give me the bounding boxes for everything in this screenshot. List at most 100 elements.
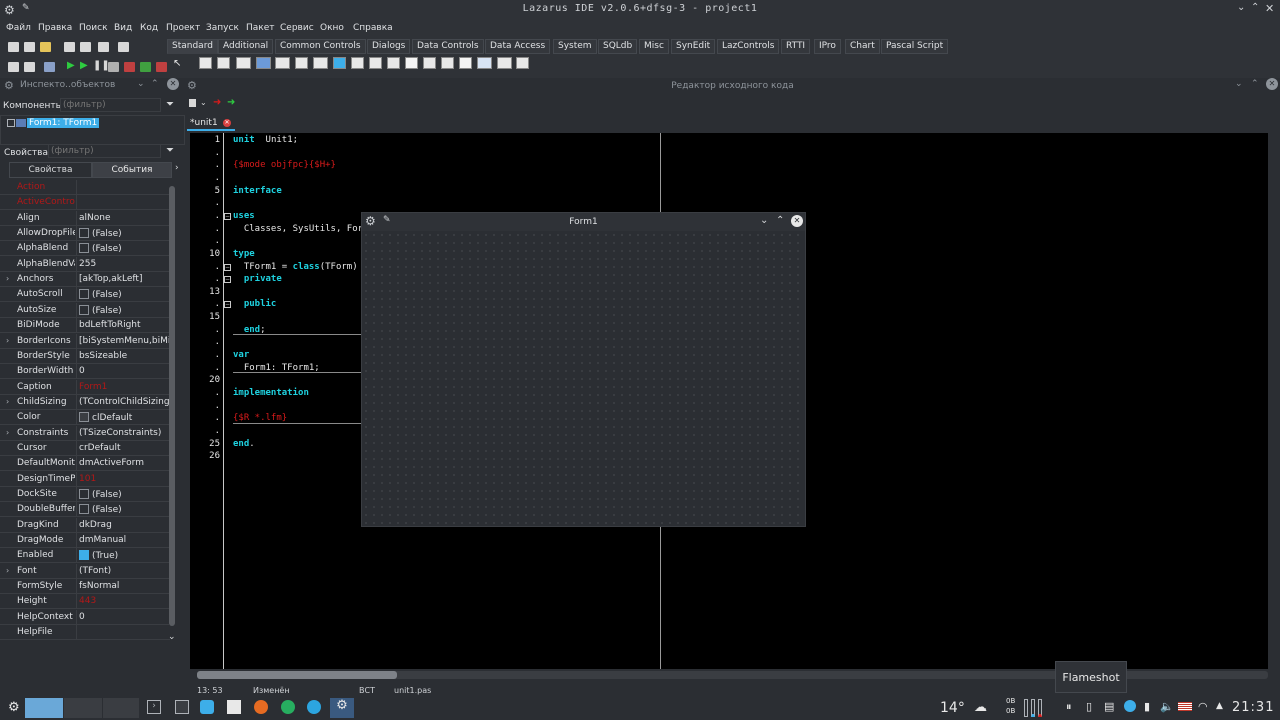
property-value[interactable]: 101	[79, 474, 169, 484]
tcheckgroup-icon[interactable]	[459, 57, 472, 69]
code-line[interactable]: {$mode objfpc}{$H+}	[233, 160, 336, 170]
code-line[interactable]: var	[233, 350, 249, 360]
step-out-icon[interactable]	[156, 62, 167, 72]
menu-project[interactable]: Проект	[166, 23, 200, 33]
menu-file[interactable]: Файл	[6, 23, 31, 33]
tab-dialogs[interactable]: Dialogs	[367, 39, 411, 54]
property-value[interactable]: [biSystemMenu,biMinimize,biMaximize]	[79, 336, 169, 346]
tab-chart[interactable]: Chart	[845, 39, 880, 54]
property-value[interactable]: 255	[79, 259, 169, 269]
property-row[interactable]: Enabled (True)	[0, 548, 170, 564]
keyboard-layout-icon[interactable]	[1178, 702, 1192, 711]
close-icon[interactable]: ✕	[1265, 2, 1274, 15]
close-tab-icon[interactable]: ✕	[223, 119, 231, 127]
property-row[interactable]: BiDiMode bdLeftToRight	[0, 318, 170, 334]
property-row[interactable]: DragMode dmManual	[0, 533, 170, 549]
terminal-icon[interactable]: ›	[147, 700, 161, 714]
property-value[interactable]: clDefault	[79, 412, 169, 423]
code-line[interactable]: TForm1 = class(TForm)	[233, 262, 358, 272]
menu-view[interactable]: Вид	[114, 23, 132, 33]
float-icon[interactable]: ⌃	[151, 79, 159, 89]
menu-run[interactable]: Запуск	[206, 23, 239, 33]
chevron-down-icon[interactable]: ⌄	[1235, 79, 1243, 89]
filter-icon[interactable]: ⏷	[166, 145, 174, 156]
tmainmenu-icon[interactable]	[199, 57, 212, 69]
tab-common-controls[interactable]: Common Controls	[275, 39, 366, 54]
tactionlist-icon[interactable]	[516, 57, 529, 69]
expand-icon[interactable]: ›	[6, 397, 9, 406]
menu-search[interactable]: Поиск	[79, 23, 108, 33]
property-value[interactable]: bdLeftToRight	[79, 320, 169, 330]
property-row[interactable]: Caption Form1	[0, 379, 170, 395]
editor-vertical-scrollbar[interactable]	[1268, 133, 1278, 669]
code-line[interactable]: Form1: TForm1;	[233, 363, 320, 373]
code-line[interactable]: end.	[233, 439, 255, 449]
tradiobutton-icon[interactable]	[351, 57, 364, 69]
tpopupmenu-icon[interactable]	[217, 57, 230, 69]
expand-icon[interactable]: ›	[6, 566, 9, 575]
property-value[interactable]: bsSizeable	[79, 351, 169, 361]
back-icon[interactable]: ➜	[213, 97, 221, 108]
tlabel-icon[interactable]	[256, 57, 271, 69]
chevron-down-icon[interactable]: ⌄	[137, 79, 145, 89]
clipboard-icon[interactable]: ▤	[1104, 700, 1114, 713]
discover-icon[interactable]	[200, 700, 214, 714]
checkbox[interactable]	[79, 243, 89, 254]
inspector-scrollbar[interactable]	[169, 186, 175, 638]
property-row[interactable]: DefaultMonitor dmActiveForm	[0, 456, 170, 472]
code-line[interactable]: uses	[233, 211, 255, 221]
property-value[interactable]: 443	[79, 596, 169, 606]
tscrollbar-icon[interactable]	[405, 57, 418, 69]
run-icon[interactable]: ▶	[67, 60, 75, 71]
menu-code[interactable]: Код	[140, 23, 158, 33]
property-value[interactable]: alNone	[79, 213, 169, 223]
property-row[interactable]: ActiveControl	[0, 195, 170, 211]
gear-icon[interactable]: ⚙	[4, 79, 14, 92]
kdeconnect-icon[interactable]: ▯	[1086, 700, 1092, 713]
telegram-icon[interactable]	[307, 700, 321, 714]
minimize-icon[interactable]: ⌄	[1237, 2, 1245, 13]
property-row[interactable]: BorderWidth 0	[0, 364, 170, 380]
fold-icon[interactable]: −	[224, 276, 231, 284]
property-value[interactable]: crDefault	[79, 443, 169, 453]
media-icon[interactable]: ⏸	[1066, 700, 1072, 714]
property-value[interactable]: (False)	[79, 489, 169, 500]
property-row[interactable]: › BorderIcons [biSystemMenu,biMinimize,biM…	[0, 333, 170, 349]
expand-icon[interactable]: ›	[6, 428, 9, 437]
code-line[interactable]: {$R *.lfm}	[233, 413, 287, 423]
property-row[interactable]: AutoScroll (False)	[0, 287, 170, 303]
tedit-icon[interactable]	[275, 57, 290, 69]
property-row[interactable]: AlphaBlend (False)	[0, 241, 170, 257]
property-row[interactable]: BorderStyle bsSizeable	[0, 348, 170, 364]
tab-misc[interactable]: Misc	[639, 39, 669, 54]
property-row[interactable]: Action	[0, 180, 170, 195]
updates-icon[interactable]	[1124, 700, 1136, 712]
checkbox[interactable]	[79, 489, 89, 499]
step-into-icon[interactable]	[124, 62, 135, 72]
document-icon[interactable]	[189, 99, 196, 107]
property-value[interactable]: 0	[79, 612, 169, 622]
property-row[interactable]: AlphaBlendValue 255	[0, 256, 170, 272]
property-value[interactable]: (False)	[79, 504, 169, 515]
code-line[interactable]: type	[233, 249, 255, 259]
pointer-icon[interactable]: ↖	[173, 58, 181, 69]
battery-icon[interactable]: ▮	[1144, 700, 1150, 713]
code-line[interactable]: private	[233, 274, 282, 284]
property-value[interactable]: [akTop,akLeft]	[79, 274, 169, 284]
clock[interactable]: 21:31	[1232, 700, 1274, 715]
ttogglebox-icon[interactable]	[313, 57, 328, 69]
property-row[interactable]: FormStyle fsNormal	[0, 579, 170, 595]
property-value[interactable]: fsNormal	[79, 581, 169, 591]
tab-data-controls[interactable]: Data Controls	[412, 39, 484, 54]
tframe-icon[interactable]	[497, 57, 512, 69]
close-icon[interactable]: ✕	[791, 215, 803, 227]
weather-icon[interactable]: ☁	[974, 700, 987, 715]
code-line[interactable]: implementation	[233, 388, 309, 398]
checkbox[interactable]	[79, 289, 89, 300]
step-over-icon[interactable]	[140, 62, 151, 72]
property-row[interactable]: Height 443	[0, 594, 170, 610]
code-line[interactable]: end;	[233, 325, 266, 335]
weather-temp[interactable]: 14°	[940, 700, 965, 716]
tcombobox-icon[interactable]	[387, 57, 400, 69]
konsole-icon[interactable]	[175, 700, 189, 714]
